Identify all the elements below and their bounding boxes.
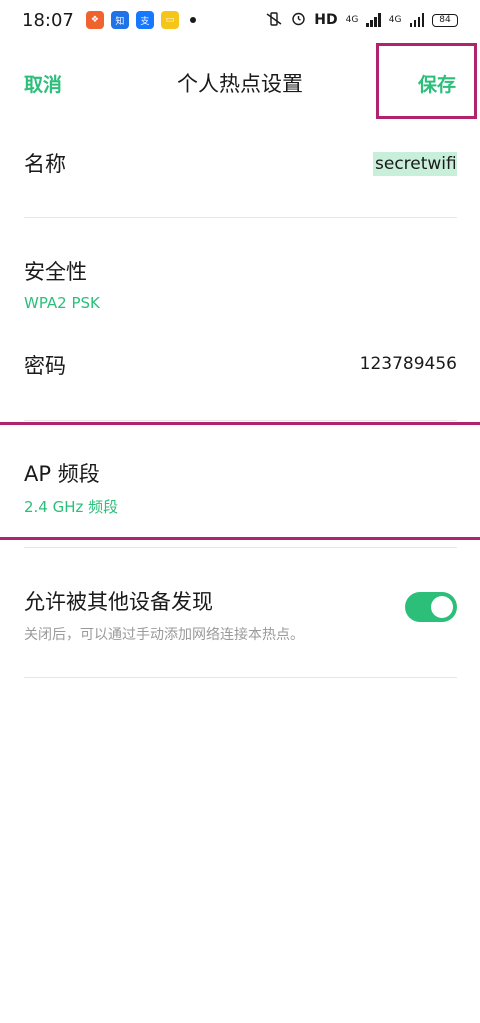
status-bar: 18:07 ❖ 知 支 ▭ HD 4G 4G 84 [0, 0, 480, 40]
security-row[interactable]: 安全性 WPA2 PSK [24, 256, 457, 312]
status-indicators: HD 4G 4G 84 [265, 11, 458, 29]
password-label: 密码 [24, 354, 66, 378]
divider [24, 217, 457, 218]
mute-vibrate-icon [265, 11, 283, 29]
more-notifications-icon [189, 17, 196, 23]
toggle-knob [431, 596, 453, 618]
network-type-1: 4G [345, 15, 359, 25]
ap-band-row[interactable]: AP 频段 2.4 GHz 频段 [24, 458, 457, 517]
name-input[interactable] [373, 152, 457, 176]
discoverable-row[interactable]: 允许被其他设备发现 关闭后，可以通过手动添加网络连接本热点。 [24, 586, 457, 644]
divider [24, 420, 457, 421]
ap-band-label: AP 频段 [24, 462, 100, 486]
ap-band-value: 2.4 GHz 频段 [24, 498, 119, 516]
name-row[interactable]: 名称 [24, 148, 457, 188]
alarm-icon [291, 11, 306, 29]
discoverable-label: 允许被其他设备发现 [24, 590, 213, 614]
password-row[interactable]: 密码 123789456 [24, 350, 457, 390]
password-value[interactable]: 123789456 [360, 354, 457, 374]
signal-icon [366, 13, 381, 27]
app-notification-icon: ❖ [85, 11, 104, 29]
hd-indicator: HD [314, 12, 338, 28]
discoverable-toggle[interactable] [405, 592, 457, 622]
battery-icon: 84 [432, 13, 458, 27]
security-value: WPA2 PSK [24, 294, 100, 312]
divider [24, 677, 457, 678]
status-time: 18:07 [22, 9, 74, 31]
name-label: 名称 [24, 152, 66, 176]
signal-icon-2 [409, 13, 424, 27]
save-highlight-box [376, 43, 477, 119]
divider [24, 547, 457, 548]
zhihu-notification-icon: 知 [110, 11, 129, 29]
notification-icons: ❖ 知 支 ▭ [85, 11, 196, 29]
security-label: 安全性 [24, 260, 87, 284]
discoverable-description: 关闭后，可以通过手动添加网络连接本热点。 [24, 627, 304, 643]
message-notification-icon: ▭ [160, 11, 179, 29]
network-type-2: 4G [388, 15, 402, 25]
alipay-notification-icon: 支 [135, 11, 154, 29]
